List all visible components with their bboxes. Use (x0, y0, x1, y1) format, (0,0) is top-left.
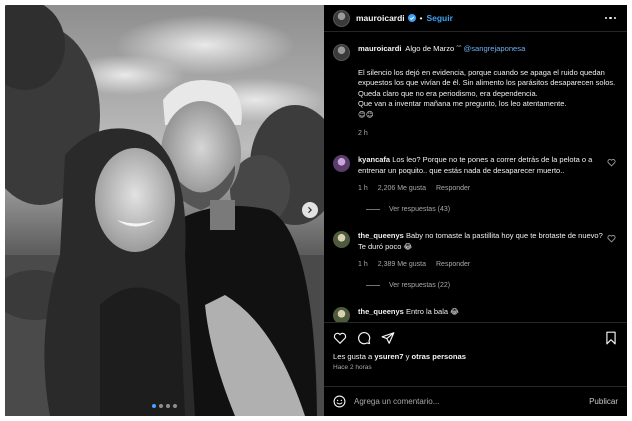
comment-like-count[interactable]: 2,389 Me gusta (378, 261, 426, 268)
reply-button[interactable]: Responder (436, 185, 470, 192)
liker-username[interactable]: ysuren7 (374, 352, 403, 361)
emoji-icon[interactable] (333, 395, 346, 408)
caption-timestamp: 2 h (358, 130, 368, 138)
post-actions-bar (324, 322, 627, 352)
post-caption: mauroicardi Algo de Marzo ˆˆ @sangrejapo… (333, 44, 618, 137)
chevron-right-icon (308, 207, 312, 213)
post-details-panel: mauroicardi • Seguir mauroicardi Algo de… (324, 5, 627, 416)
likes-prefix: Les gusta a (333, 352, 375, 361)
comments-list[interactable]: mauroicardi Algo de Marzo ˆˆ @sangrejapo… (324, 32, 627, 322)
publish-button[interactable]: Publicar (589, 397, 618, 406)
commenter-avatar[interactable] (333, 231, 350, 249)
post-modal: mauroicardi • Seguir mauroicardi Algo de… (5, 5, 627, 416)
comment-like-count[interactable]: 2,206 Me gusta (378, 185, 426, 192)
header-separator: • (419, 13, 423, 23)
commenter-avatar[interactable] (333, 155, 350, 173)
likes-mid: y (403, 352, 412, 361)
author-avatar[interactable] (333, 9, 350, 27)
commenter-username[interactable]: the_queenys (358, 307, 404, 316)
view-replies-button[interactable]: Ver respuestas (43) (333, 206, 618, 213)
verified-badge-icon (407, 14, 416, 22)
post-timestamp: Hace 2 horas (333, 364, 372, 371)
follow-button[interactable]: Seguir (426, 13, 452, 23)
comment-item: the_queenys Baby no tomaste la pastillit… (333, 231, 618, 268)
commenter-username[interactable]: the_queenys (358, 231, 404, 240)
carousel-dot (173, 404, 177, 408)
bookmark-icon[interactable] (604, 331, 618, 345)
view-replies-button[interactable]: Ver respuestas (22) (333, 282, 618, 289)
carousel-dot (166, 404, 170, 408)
caption-text: El silencio los dejó en evidencia, porqu… (358, 68, 616, 119)
add-comment-bar: Publicar (324, 386, 627, 416)
couple-selfie-image (5, 5, 324, 416)
heart-icon[interactable] (607, 234, 616, 243)
caption-lead: Algo de Marzo ˆˆ (405, 44, 462, 53)
comment-item: the_queenys Entro la bala 😂 (333, 307, 618, 322)
more-options-icon[interactable] (603, 13, 619, 24)
heart-icon[interactable] (607, 158, 616, 167)
commenter-avatar[interactable] (333, 307, 350, 322)
carousel-dot (152, 404, 156, 408)
comment-text: Entro la bala 😂 (405, 307, 459, 317)
caption-avatar[interactable] (333, 44, 350, 61)
carousel-indicator (5, 404, 324, 408)
comment-input[interactable] (354, 397, 590, 406)
likes-summary: Les gusta a ysuren7 y otras personas (324, 352, 627, 361)
commenter-username[interactable]: kyancafa (358, 155, 390, 164)
comment-timestamp: 1 h (358, 185, 368, 193)
reply-button[interactable]: Responder (436, 261, 470, 268)
comment-timestamp: 1 h (358, 261, 368, 269)
caption-mention-link[interactable]: @sangrejaponesa (464, 44, 526, 53)
share-icon[interactable] (381, 331, 395, 345)
carousel-dot (159, 404, 163, 408)
next-photo-button[interactable] (302, 202, 318, 218)
caption-username[interactable]: mauroicardi (358, 44, 401, 53)
post-header: mauroicardi • Seguir (324, 5, 627, 32)
likes-others-link[interactable]: otras personas (412, 352, 466, 361)
heart-icon[interactable] (333, 331, 347, 345)
author-username[interactable]: mauroicardi (356, 13, 405, 23)
post-photo[interactable] (5, 5, 324, 416)
comment-text: Los leo? Porque no te pones a correr det… (358, 155, 593, 175)
comment-icon[interactable] (357, 331, 371, 345)
comment-item: kyancafa Los leo? Porque no te pones a c… (333, 155, 618, 192)
